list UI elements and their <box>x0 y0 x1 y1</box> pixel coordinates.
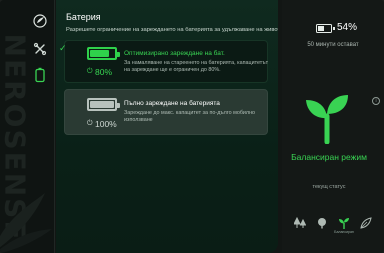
page-description: Разрешете ограничение на зареждането на … <box>66 27 278 33</box>
battery-settings-window: NEROSENSE Батерия Разрешете ограничение … <box>0 0 384 253</box>
option-title: Оптимизирано зареждане на бат. <box>124 50 225 57</box>
battery-icon <box>35 67 45 83</box>
trees-icon <box>294 217 306 228</box>
check-icon: ✓ <box>59 43 67 53</box>
option-full-charging[interactable]: ⏻ 100% Пълно зареждане на батерията Заре… <box>64 89 268 135</box>
leaf-decoration-icon <box>0 193 52 253</box>
mode-selector: Балансиран <box>292 212 374 234</box>
current-mode-caption: текущ статус <box>312 184 346 190</box>
option-optimized-charging[interactable]: ✓ ⏻ 80% Оптимизирано зареждане на бат. З… <box>59 40 269 83</box>
battery-panel: Батерия Разрешете ограничение на зарежда… <box>56 0 278 253</box>
sprout-icon <box>306 95 348 144</box>
mode-button-trees[interactable] <box>292 214 308 234</box>
plug-icon: ⏻ <box>87 120 93 127</box>
sprout-icon <box>339 218 349 229</box>
mode-button-leaf[interactable] <box>358 214 374 234</box>
plug-icon: ⏻ <box>87 68 93 75</box>
mode-button-tree[interactable] <box>314 214 330 234</box>
option-percent: 100% <box>95 119 117 129</box>
status-panel: 54% 50 минути остават i Балансиран режим… <box>282 0 384 253</box>
info-icon[interactable]: i <box>372 97 380 105</box>
wrench-cross-icon <box>33 42 47 56</box>
left-rail: NEROSENSE <box>0 0 55 253</box>
option-description: За намаляване на стареенето на батерията… <box>124 60 269 73</box>
rail-tools-button[interactable] <box>29 38 51 60</box>
battery-80-icon <box>87 47 120 60</box>
battery-status-icon <box>316 24 335 33</box>
mode-label: Балансиран <box>334 230 354 234</box>
rail-battery-button[interactable] <box>29 64 51 86</box>
option-percent: 80% <box>95 67 113 77</box>
tree-icon <box>318 218 326 229</box>
option-title: Пълно зареждане на батерията <box>124 100 220 107</box>
current-mode-name: Балансиран режим <box>291 152 367 162</box>
mode-button-sprout[interactable]: Балансиран <box>334 214 354 234</box>
battery-full-icon <box>87 98 120 111</box>
page-title: Батерия <box>66 12 101 22</box>
leaf-icon <box>360 217 372 229</box>
option-description: Зареждане до макс. капацитет за по-дълго… <box>124 110 256 123</box>
rail-logo-button[interactable] <box>29 10 51 32</box>
logo-icon <box>33 14 47 28</box>
time-remaining: 50 минути остават <box>307 42 359 48</box>
battery-percent: 54% <box>337 22 358 33</box>
